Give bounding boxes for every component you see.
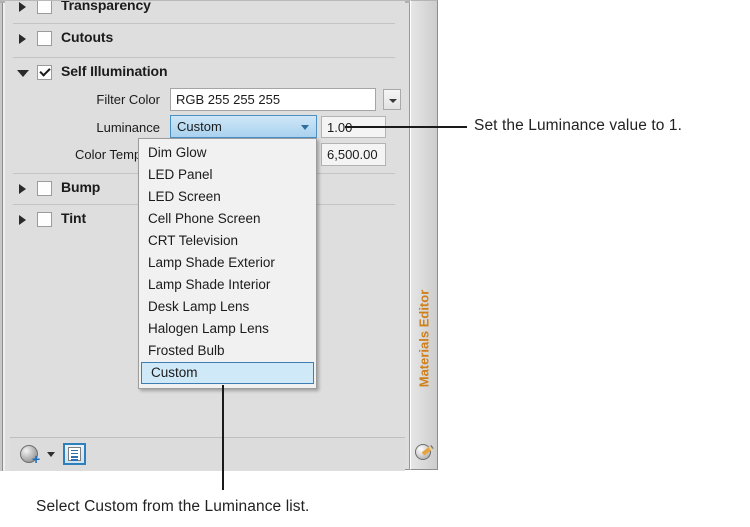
materials-editor-tab-label: Materials Editor [416,289,432,388]
caret-down-icon[interactable] [47,452,55,457]
materials-editor-palette: Transparency Cutouts Self Illumination F… [0,0,438,471]
collapsed-triangle-icon[interactable] [19,184,26,194]
leader-line-luminance-value [345,126,467,128]
section-label-bump: Bump [61,179,101,195]
dropdown-option[interactable]: LED Screen [139,186,316,208]
transparency-checkbox[interactable] [37,1,52,14]
annotation-select-custom: Select Custom from the Luminance list. [36,498,310,515]
bump-checkbox[interactable] [37,181,52,196]
tint-checkbox[interactable] [37,212,52,227]
sphere-pencil-icon [415,444,434,463]
collapsed-triangle-icon[interactable] [19,2,26,12]
section-label-cutouts: Cutouts [61,29,114,45]
materials-editor-tab[interactable]: Materials Editor [410,0,438,470]
chevron-down-icon[interactable] [301,125,309,130]
luminance-label: Luminance [96,120,160,135]
expanded-triangle-icon[interactable] [17,70,29,82]
dropdown-option[interactable]: Desk Lamp Lens [139,296,316,318]
filter-color-chevron-down-icon[interactable] [383,89,401,110]
list-panel-glyph [68,447,81,461]
section-transparency[interactable]: Transparency [5,1,405,23]
leader-line-select-custom [222,385,224,490]
collapsed-triangle-icon[interactable] [19,215,26,225]
luminance-combobox[interactable]: Custom [170,115,317,138]
palette-body: Transparency Cutouts Self Illumination F… [5,1,405,471]
dropdown-option[interactable]: Lamp Shade Exterior [139,252,316,274]
filter-color-label: Filter Color [96,92,160,107]
dropdown-option[interactable]: Frosted Bulb [139,340,316,362]
dropdown-option[interactable]: Lamp Shade Interior [139,274,316,296]
list-panel-icon[interactable] [63,443,86,465]
palette-toolbar: + [10,437,405,470]
dropdown-option[interactable]: Dim Glow [139,142,316,164]
dropdown-option-selected[interactable]: Custom [141,362,314,384]
dropdown-option[interactable]: LED Panel [139,164,316,186]
self-illumination-checkbox[interactable] [37,65,52,80]
luminance-combobox-value: Custom [177,119,222,134]
annotation-luminance-value: Set the Luminance value to 1. [474,117,682,134]
section-label-transparency: Transparency [61,1,151,13]
dropdown-option[interactable]: CRT Television [139,230,316,252]
section-label-self-illumination: Self Illumination [61,63,168,79]
section-divider [13,23,395,24]
plus-badge-icon: + [32,451,41,467]
section-divider [13,57,395,58]
collapsed-triangle-icon[interactable] [19,34,26,44]
dropdown-option[interactable]: Halogen Lamp Lens [139,318,316,340]
luminance-dropdown-list[interactable]: Dim Glow LED Panel LED Screen Cell Phone… [138,138,317,389]
cutouts-checkbox[interactable] [37,31,52,46]
color-temperature-field[interactable]: 6,500.00 [321,143,386,166]
section-cutouts[interactable]: Cutouts [5,23,405,55]
section-self-illumination[interactable]: Self Illumination [5,57,405,89]
palette-frame: Transparency Cutouts Self Illumination F… [0,0,410,471]
section-label-tint: Tint [61,210,87,226]
filter-color-field[interactable]: RGB 255 255 255 [170,88,376,111]
dropdown-option[interactable]: Cell Phone Screen [139,208,316,230]
